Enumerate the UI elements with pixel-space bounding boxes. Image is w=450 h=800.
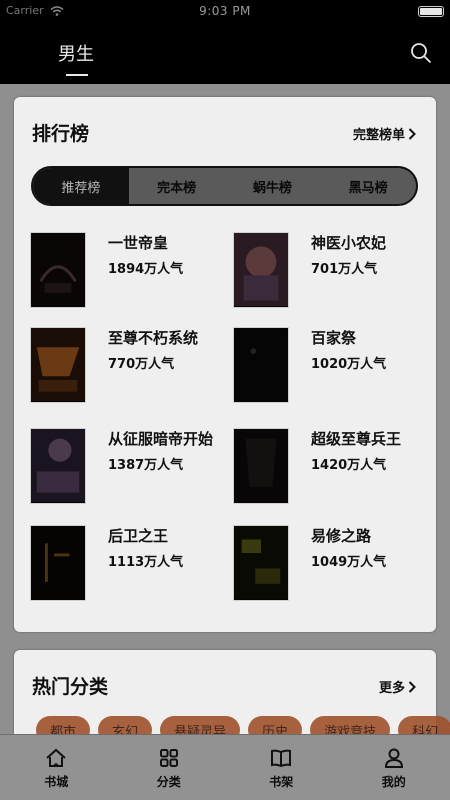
book-popularity: 1020万人气 xyxy=(311,357,387,372)
ranking-more-link[interactable]: 完整榜单 xyxy=(353,124,416,143)
ranking-more-label: 完整榜单 xyxy=(352,128,405,143)
hot-categories-more-label: 更多 xyxy=(378,681,405,696)
carrier-label: Carrier xyxy=(6,4,44,17)
wifi-icon xyxy=(50,5,64,16)
battery-icon xyxy=(418,6,444,17)
book-cover xyxy=(30,232,86,308)
chevron-right-icon xyxy=(408,127,416,140)
book-popularity: 1420万人气 xyxy=(311,458,387,473)
status-bar: Carrier 9:03 PM xyxy=(0,0,450,22)
book-cover xyxy=(233,525,289,601)
book-title: 后卫之王 xyxy=(108,527,169,545)
tab-bar-label: 分类 xyxy=(156,775,181,789)
book-popularity: 1113万人气 xyxy=(108,555,184,570)
book-title: 超级至尊兵王 xyxy=(311,430,402,448)
tab-bar-label: 我的 xyxy=(381,775,406,789)
book-cover xyxy=(233,428,289,504)
top-nav: 男生 xyxy=(0,22,450,84)
status-left: Carrier xyxy=(6,4,64,17)
book-item[interactable]: 神医小农妃 701万人气 xyxy=(233,232,423,312)
book-cover xyxy=(233,327,289,403)
tab-recommend[interactable]: 推荐榜 xyxy=(33,168,129,204)
bottom-tab-bar: 书城 分类 书架 我的 xyxy=(0,734,450,800)
user-icon xyxy=(384,748,403,768)
book-popularity: 1387万人气 xyxy=(108,458,184,473)
book-popularity: 1894万人气 xyxy=(108,262,184,277)
tab-bar-label: 书城 xyxy=(44,775,69,789)
tab-male[interactable]: 男生 xyxy=(58,40,94,66)
tab-snail[interactable]: 蜗牛榜 xyxy=(225,168,321,204)
book-icon xyxy=(271,749,292,768)
book-popularity: 770万人气 xyxy=(108,357,175,372)
hot-categories-title: 热门分类 xyxy=(32,676,109,698)
tab-indicator xyxy=(66,74,88,76)
ranking-tabs: 推荐榜 完本榜 蜗牛榜 黑马榜 xyxy=(31,166,418,206)
book-title: 从征服暗帝开始 xyxy=(108,430,214,448)
tab-bar-bookshelf[interactable]: 书架 xyxy=(225,735,338,800)
book-item[interactable]: 至尊不朽系统 770万人气 xyxy=(30,327,220,407)
book-title: 易修之路 xyxy=(311,527,372,545)
book-item[interactable]: 易修之路 1049万人气 xyxy=(233,525,423,605)
book-item[interactable]: 一世帝皇 1894万人气 xyxy=(30,232,220,312)
grid-icon xyxy=(159,749,178,767)
tab-bar-mine[interactable]: 我的 xyxy=(338,735,450,800)
book-title: 至尊不朽系统 xyxy=(108,329,199,347)
book-cover xyxy=(30,327,86,403)
book-item[interactable]: 超级至尊兵王 1420万人气 xyxy=(233,428,423,508)
tab-finished[interactable]: 完本榜 xyxy=(129,168,225,204)
tab-bar-label: 书架 xyxy=(269,775,294,789)
book-title: 一世帝皇 xyxy=(108,234,169,252)
book-item[interactable]: 百家祭 1020万人气 xyxy=(233,327,423,407)
book-cover xyxy=(30,525,86,601)
book-item[interactable]: 从征服暗帝开始 1387万人气 xyxy=(30,428,220,508)
book-popularity: 1049万人气 xyxy=(311,555,387,570)
book-title: 神医小农妃 xyxy=(311,234,387,252)
ranking-card: 排行榜 完整榜单 推荐榜 完本榜 蜗牛榜 黑马榜 一世帝皇 1894万人气 神医… xyxy=(14,97,436,632)
search-icon[interactable] xyxy=(410,42,432,64)
book-title: 百家祭 xyxy=(311,329,357,347)
tab-darkhorse[interactable]: 黑马榜 xyxy=(320,168,416,204)
hot-categories-more-link[interactable]: 更多 xyxy=(379,677,416,696)
home-icon xyxy=(46,748,66,767)
tab-bar-category[interactable]: 分类 xyxy=(113,735,226,800)
book-popularity: 701万人气 xyxy=(311,262,378,277)
ranking-title: 排行榜 xyxy=(32,123,90,145)
chevron-right-icon xyxy=(408,680,416,693)
book-item[interactable]: 后卫之王 1113万人气 xyxy=(30,525,220,605)
book-cover xyxy=(30,428,86,504)
status-time: 9:03 PM xyxy=(199,4,251,18)
tab-bar-bookstore[interactable]: 书城 xyxy=(0,735,113,800)
book-cover xyxy=(233,232,289,308)
